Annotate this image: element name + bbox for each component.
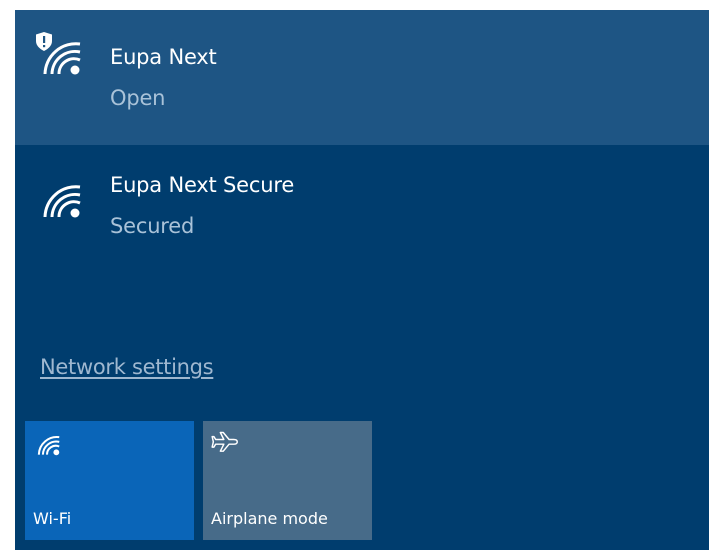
network-settings-link[interactable]: Network settings [40,355,214,379]
airplane-icon [211,431,238,452]
network-status: Secured [110,214,195,238]
network-item-eupa-next[interactable]: Eupa Next Open [15,10,709,145]
wifi-warning-icon [36,32,81,75]
wifi-icon [43,185,81,218]
wifi-tile-label: Wi-Fi [33,509,72,528]
airplane-mode-tile[interactable]: Airplane mode [203,421,372,540]
network-status: Open [110,86,166,110]
network-flyout: Eupa Next Open Eupa Next Secure Secured … [15,10,709,550]
wifi-toggle-tile[interactable]: Wi-Fi [25,421,194,540]
network-name: Eupa Next [110,45,217,69]
wifi-icon [37,436,60,456]
network-item-eupa-next-secure[interactable]: Eupa Next Secure Secured [15,145,709,280]
network-name: Eupa Next Secure [110,173,295,197]
airplane-tile-label: Airplane mode [211,509,328,528]
